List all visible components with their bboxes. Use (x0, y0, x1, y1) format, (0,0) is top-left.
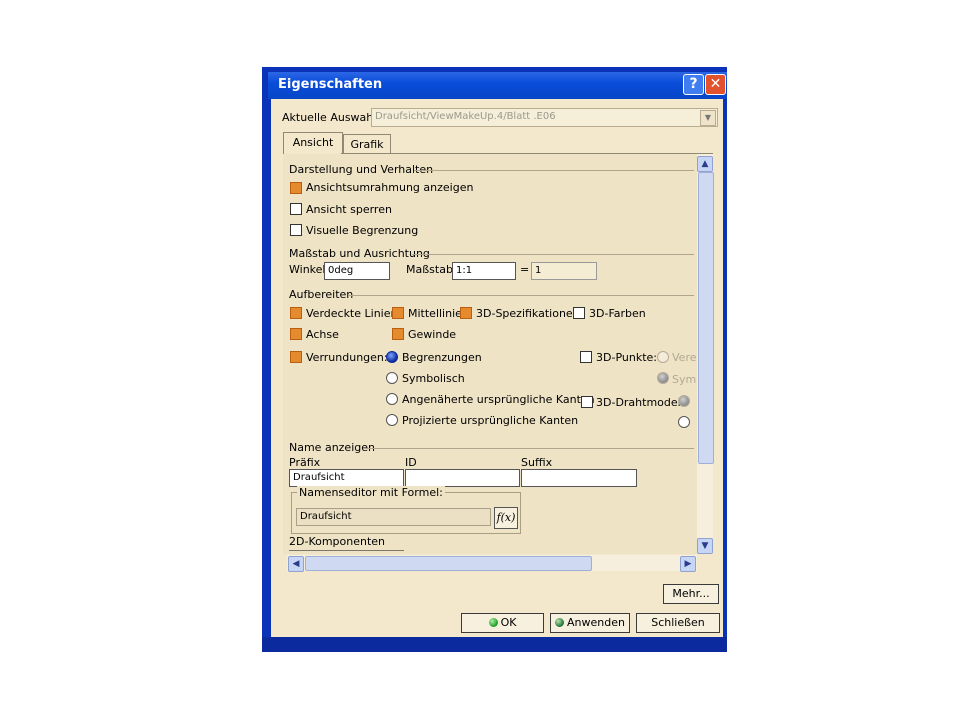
tab-ansicht[interactable]: Ansicht (283, 132, 343, 155)
components-divider (289, 550, 404, 551)
fillet-boundaries-radio[interactable] (386, 351, 398, 363)
points-option-2-radio[interactable] (657, 372, 669, 384)
scale-input[interactable]: 1:1 (452, 262, 516, 280)
lock-view-checkbox[interactable] (290, 203, 302, 215)
scale-label: Maßstab: (406, 263, 457, 276)
help-button[interactable]: ? (683, 74, 704, 95)
visual-clipping-label: Visuelle Begrenzung (306, 224, 419, 237)
section-name-title: Name anzeigen (289, 441, 375, 454)
view-frame-label: Ansichtsumrahmung anzeigen (306, 181, 474, 194)
points-option-1-label: Vere (672, 351, 696, 364)
view-frame-checkbox[interactable] (290, 182, 302, 194)
section-display-title: Darstellung und Verhalten (289, 163, 434, 176)
fillet-symbolic-label: Symbolisch (402, 372, 465, 385)
chevron-down-icon[interactable]: ▼ (700, 110, 716, 126)
scale-result-field: 1 (531, 262, 597, 280)
close-button[interactable]: Schließen (636, 613, 720, 633)
hidden-lines-label: Verdeckte Linien (306, 307, 398, 320)
hidden-lines-checkbox[interactable] (290, 307, 302, 319)
fillet-projected-radio[interactable] (386, 414, 398, 426)
angle-input[interactable]: 0deg (324, 262, 390, 280)
dialog-title: Eigenschaften (278, 77, 383, 92)
apply-button[interactable]: Anwenden (550, 613, 630, 633)
fillet-symbolic-radio[interactable] (386, 372, 398, 384)
wireframe-option-2-radio[interactable] (678, 416, 690, 428)
thread-label: Gewinde (408, 328, 457, 341)
id-input[interactable] (405, 469, 520, 487)
3d-points-checkbox[interactable] (580, 351, 592, 363)
scroll-down-icon[interactable]: ▼ (697, 538, 713, 554)
scroll-left-icon[interactable]: ◀ (288, 556, 304, 572)
3d-wireframe-checkbox[interactable] (581, 396, 593, 408)
suffix-label: Suffix (521, 456, 553, 469)
axis-label: Achse (306, 328, 339, 341)
vertical-scroll-thumb[interactable] (698, 172, 714, 464)
selection-combo[interactable]: Draufsicht/ViewMakeUp.4/Blatt .E06 ▼ (371, 108, 718, 127)
scale-value: 1:1 (456, 265, 473, 276)
section-divider (348, 295, 694, 296)
window-bottom-edge (262, 637, 727, 652)
section-scale-title: Maßstab und Ausrichtung (289, 247, 430, 260)
centerline-checkbox[interactable] (392, 307, 404, 319)
fillet-projected-label: Projizierte ursprüngliche Kanten (402, 414, 579, 427)
section-dress-title: Aufbereiten (289, 288, 354, 301)
id-label: ID (405, 456, 417, 469)
formula-fx-button[interactable]: f(x) (494, 507, 518, 529)
selection-label: Aktuelle Auswahl: (282, 111, 381, 124)
section-divider (365, 448, 694, 449)
apply-status-icon (555, 618, 565, 627)
fillet-boundaries-label: Begrenzungen (402, 351, 482, 364)
visual-clipping-checkbox[interactable] (290, 224, 302, 236)
section-components-title: 2D-Komponenten (289, 535, 386, 548)
ok-status-icon (488, 618, 498, 627)
scroll-up-icon[interactable]: ▲ (697, 156, 713, 172)
3d-wireframe-label: 3D-Drahtmodell (596, 396, 684, 409)
equals-sign: = (520, 263, 530, 276)
scale-result-value: 1 (535, 265, 542, 276)
formula-field: Draufsicht (296, 508, 491, 526)
scroll-right-icon[interactable]: ▶ (680, 556, 696, 572)
angle-value: 0deg (328, 265, 354, 276)
fillets-checkbox[interactable] (290, 351, 302, 363)
3d-colors-label: 3D-Farben (589, 307, 646, 320)
formula-value: Draufsicht (300, 511, 352, 522)
3d-spec-label: 3D-Spezifikationen (476, 307, 580, 320)
formula-group-title: Namenseditor mit Formel: (297, 486, 445, 499)
suffix-input[interactable] (521, 469, 637, 487)
centerline-label: Mittellinie (408, 307, 462, 320)
lock-view-label: Ansicht sperren (306, 203, 392, 216)
points-option-1-radio[interactable] (657, 351, 669, 363)
horizontal-scroll-thumb[interactable] (305, 556, 592, 571)
3d-points-label: 3D-Punkte: (596, 351, 657, 364)
prefix-value: Draufsicht (293, 472, 345, 483)
fillets-label: Verrundungen: (306, 351, 388, 364)
close-window-button[interactable]: ✕ (705, 74, 726, 95)
fillet-approx-label: Angenäherte ursprüngliche Kanten (402, 393, 595, 406)
prefix-input[interactable]: Draufsicht (289, 469, 404, 487)
3d-colors-checkbox[interactable] (573, 307, 585, 319)
section-divider (412, 254, 694, 255)
fillet-approx-radio[interactable] (386, 393, 398, 405)
selection-value: Draufsicht/ViewMakeUp.4/Blatt .E06 (375, 111, 556, 122)
ok-button[interactable]: OK (461, 613, 544, 633)
prefix-label: Präfix (289, 456, 321, 469)
section-divider (414, 170, 694, 171)
3d-spec-checkbox[interactable] (460, 307, 472, 319)
thread-checkbox[interactable] (392, 328, 404, 340)
ok-label: OK (500, 616, 517, 629)
axis-checkbox[interactable] (290, 328, 302, 340)
wireframe-option-1-radio[interactable] (678, 395, 690, 407)
points-option-2-label: Symb (672, 373, 696, 386)
more-button[interactable]: Mehr... (663, 584, 719, 604)
apply-label: Anwenden (567, 616, 625, 629)
